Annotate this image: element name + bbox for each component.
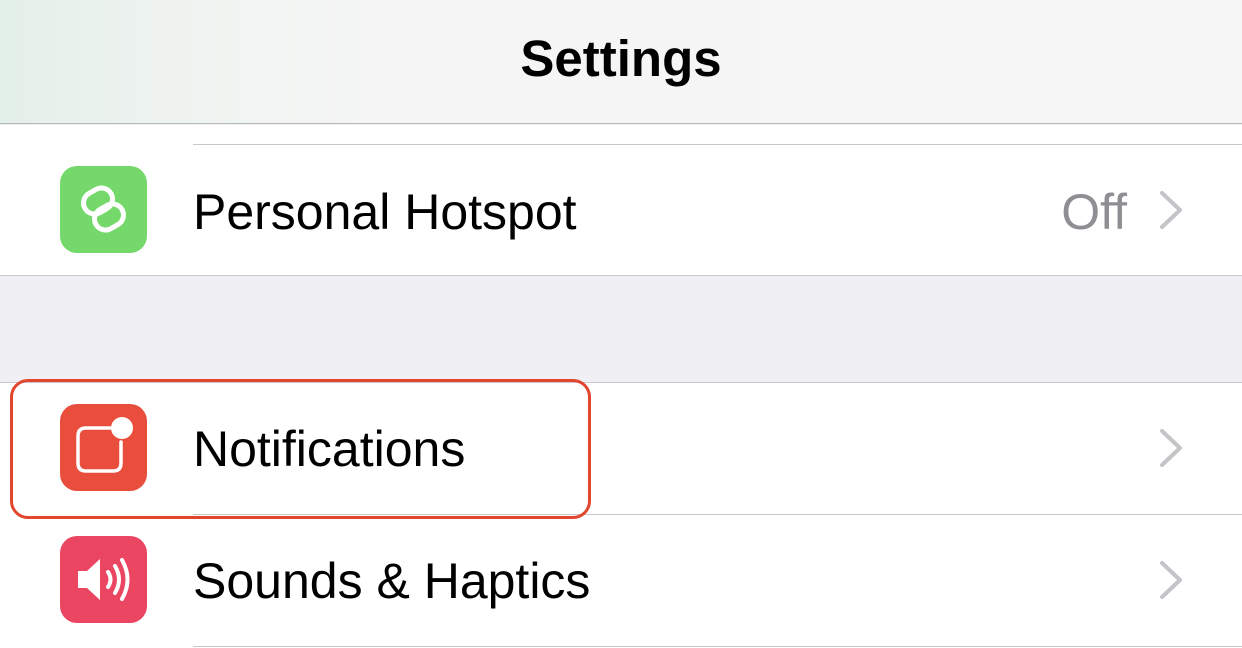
settings-group-connectivity: Personal Hotspot Off: [0, 125, 1242, 276]
chevron-right-icon: [1160, 429, 1182, 467]
personal-hotspot-row[interactable]: Personal Hotspot Off: [0, 145, 1242, 276]
personal-hotspot-icon: [60, 166, 147, 253]
personal-hotspot-value: Off: [1061, 184, 1127, 240]
sounds-haptics-row[interactable]: Sounds & Haptics: [0, 515, 1242, 646]
navigation-bar: Settings: [0, 0, 1242, 124]
sounds-icon: [60, 536, 147, 623]
chevron-right-icon: [1160, 561, 1182, 599]
sounds-haptics-label: Sounds & Haptics: [193, 553, 591, 609]
notifications-highlight: [10, 379, 591, 519]
page-title: Settings: [520, 30, 722, 87]
personal-hotspot-label: Personal Hotspot: [193, 184, 577, 240]
chevron-right-icon: [1160, 191, 1182, 229]
